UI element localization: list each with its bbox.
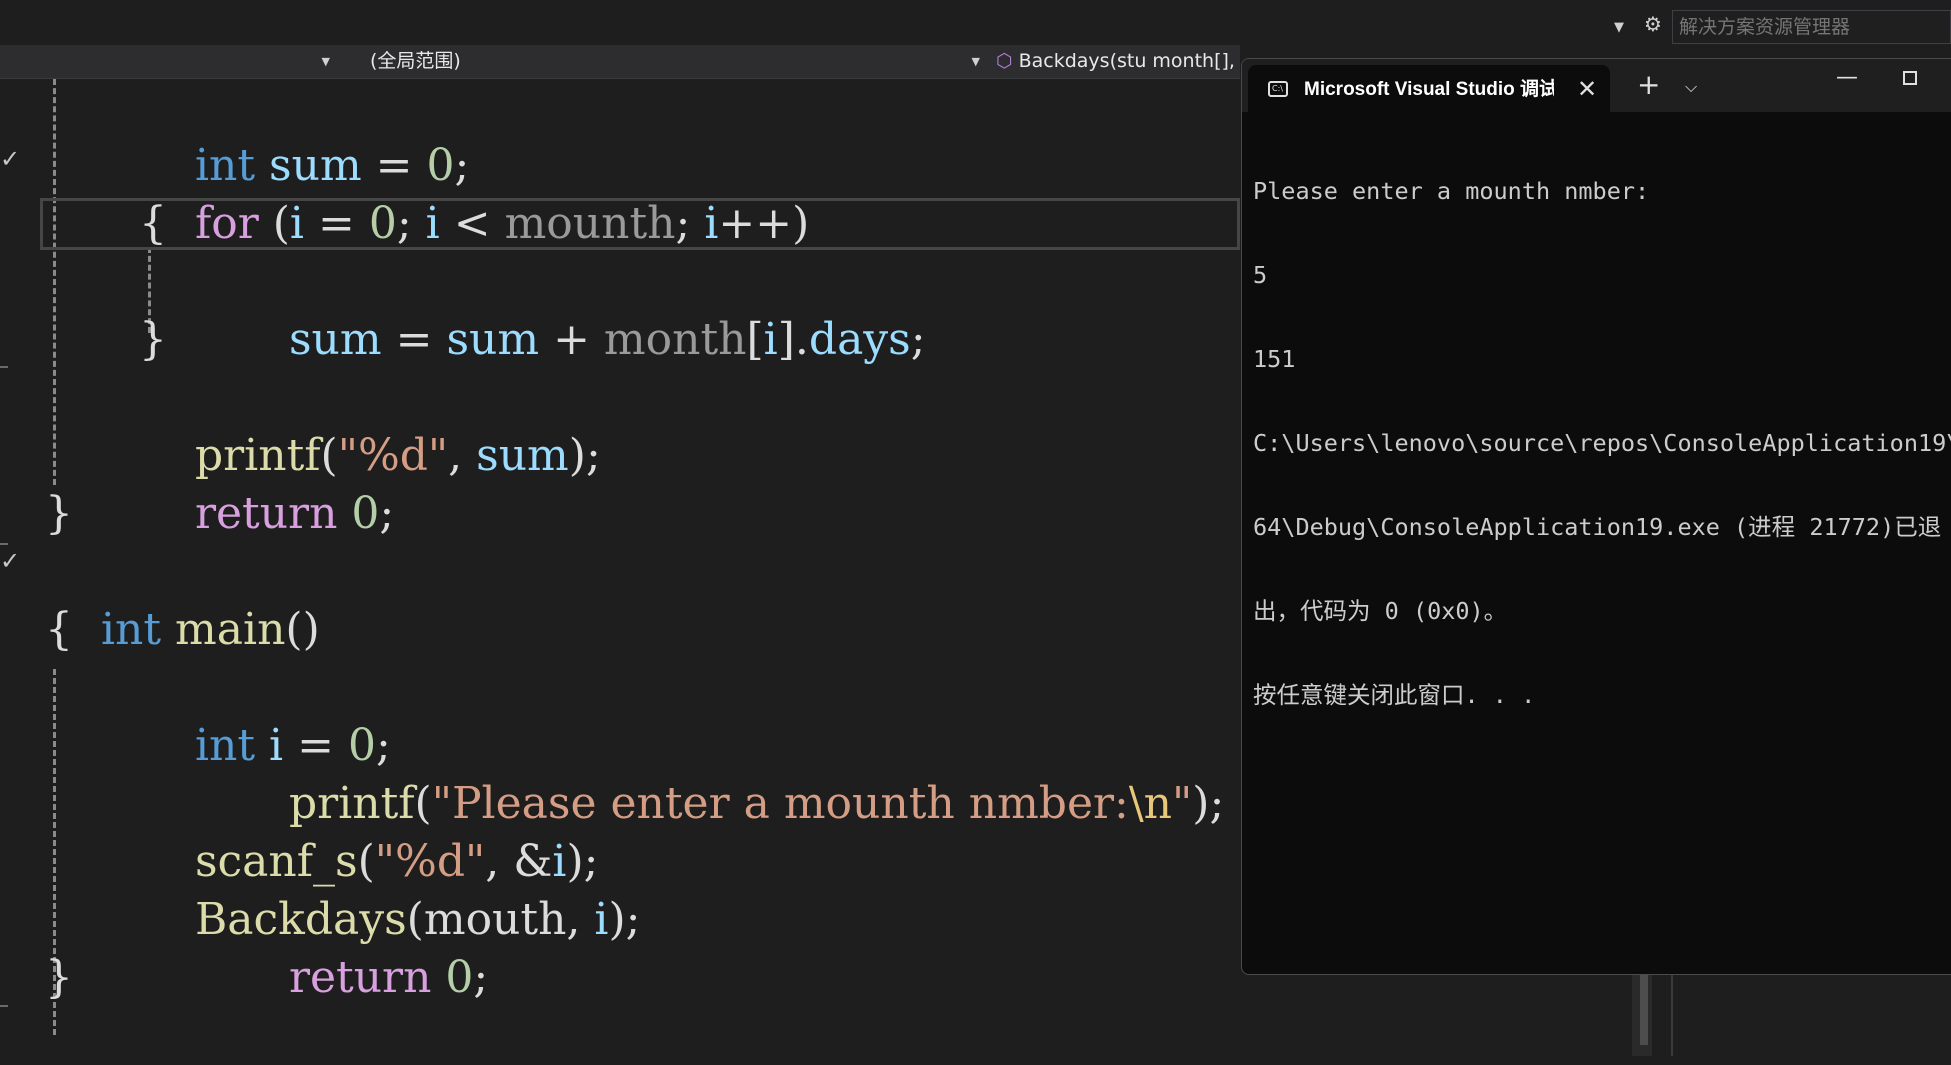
chevron-down-icon: ▼ <box>971 55 980 68</box>
scope-dropdown-label: (全局范围) <box>370 50 461 72</box>
code-line[interactable]: return 0; <box>139 427 394 539</box>
chevron-down-icon: ▼ <box>321 55 330 68</box>
top-toolbar: ▼ ⚙ <box>0 0 1951 45</box>
member-dropdown-label: Backdays(stu month[], int <box>1018 50 1240 72</box>
minimize-icon[interactable]: — <box>1836 65 1858 90</box>
editor-scrollbar-thumb[interactable] <box>1640 975 1648 1045</box>
fold-end-mark <box>0 543 8 545</box>
fold-end-mark <box>0 1005 8 1007</box>
code-line[interactable]: { <box>45 601 73 659</box>
console-titlebar: C:\ Microsoft Visual Studio 调试控制台 ✕ + ⌵ … <box>1242 59 1951 112</box>
collapse-marker-icon[interactable]: ✓ <box>0 145 20 173</box>
code-line[interactable]: { <box>139 195 167 253</box>
maximize-icon[interactable] <box>1903 71 1917 85</box>
member-dropdown[interactable]: ⬡Backdays(stu month[], int <box>990 45 1240 78</box>
console-output-line: 出，代码为 0 (0x0)。 <box>1253 597 1508 625</box>
code-line[interactable]: Backdays(mouth, i); <box>139 833 641 945</box>
code-line[interactable]: return 0; <box>233 891 488 1003</box>
code-line[interactable]: int i = 0; <box>139 659 391 771</box>
code-editor[interactable]: ✓ ✓ int sum = 0; for (i = 0; i < mounth;… <box>0 79 1240 1056</box>
scope-dropdown[interactable]: (全局范围) ▼ <box>340 45 986 78</box>
collapse-marker-icon[interactable]: ✓ <box>0 547 20 575</box>
fold-end-mark <box>0 366 8 368</box>
console-output: Please enter a mounth nmber: 5 151 C:\Us… <box>1253 121 1951 765</box>
code-line[interactable]: scanf_s("%d", &i); <box>139 775 599 887</box>
plus-icon[interactable]: + <box>1637 71 1660 99</box>
console-tab-title: Microsoft Visual Studio 调试控制台 <box>1304 79 1554 100</box>
console-output-line: 按任意键关闭此窗口. . . <box>1253 681 1536 709</box>
indent-guide <box>53 79 56 485</box>
code-line[interactable]: printf("%d", sum); <box>139 369 601 481</box>
code-line[interactable]: printf("Please enter a mounth nmber:\n")… <box>233 717 1224 829</box>
console-output-line: 151 <box>1253 345 1296 373</box>
code-line[interactable]: } <box>139 311 167 369</box>
console-tab[interactable]: C:\ Microsoft Visual Studio 调试控制台 ✕ <box>1248 65 1610 112</box>
code-line[interactable]: } <box>45 949 73 1007</box>
project-dropdown[interactable]: ▼ <box>0 45 336 78</box>
editor-navigation-bar: ▼ (全局范围) ▼ ⬡Backdays(stu month[], int <box>0 45 1240 79</box>
code-line[interactable]: int sum = 0; <box>139 79 469 191</box>
close-icon[interactable]: ✕ <box>1577 73 1597 105</box>
chevron-down-icon[interactable]: ⌵ <box>1685 77 1697 97</box>
solution-explorer-search-input[interactable] <box>1672 10 1951 44</box>
toolbar-dropdown-arrow-icon[interactable]: ▼ <box>1614 20 1624 35</box>
console-icon: C:\ <box>1268 81 1288 97</box>
console-output-line: 5 <box>1253 261 1268 289</box>
debug-console-window[interactable]: C:\ Microsoft Visual Studio 调试控制台 ✕ + ⌵ … <box>1241 58 1951 975</box>
console-output-line: C:\Users\lenovo\source\repos\ConsoleAppl… <box>1253 429 1951 457</box>
code-line[interactable]: sum = sum + month[i].days; <box>233 253 926 365</box>
console-output-line: 64\Debug\ConsoleApplication19.exe (进程 21… <box>1253 513 1942 541</box>
code-line[interactable]: } <box>45 485 73 543</box>
cube-icon: ⬡ <box>996 50 1013 72</box>
code-line[interactable]: for (i = 0; i < mounth; i++) <box>139 137 809 249</box>
console-output-line: Please enter a mounth nmber: <box>1253 177 1650 205</box>
gear-icon[interactable]: ⚙ <box>1644 14 1662 34</box>
code-line[interactable]: int main() <box>45 543 320 655</box>
